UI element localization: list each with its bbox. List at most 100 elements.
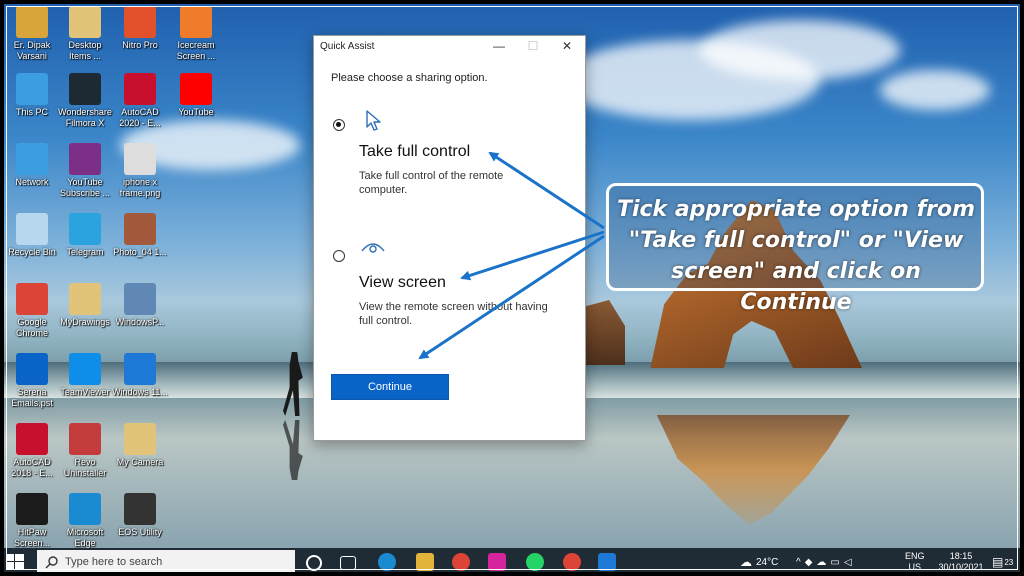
quick-assist-window: Quick Assist — ☐ ✕ Please choose a shari… <box>313 35 586 441</box>
folder-icon <box>69 283 101 315</box>
desktop-icon-label: Revo Uninstaller <box>63 457 107 478</box>
desktop-icon[interactable]: EOS Utility <box>112 493 168 538</box>
autocad-icon <box>16 423 48 455</box>
desktop-icon[interactable]: YouTube Subscribe ... <box>57 143 113 199</box>
view-screen-description: View the remote screen without having fu… <box>359 301 548 327</box>
taskbar-search[interactable]: Type here to search <box>37 550 295 574</box>
taskbar: Type here to search ☁ 24°C ^ ◆ ☁ ▭ ◁ ENG… <box>0 548 1024 576</box>
close-button[interactable]: ✕ <box>550 36 584 56</box>
desktop-icon-label: This PC <box>15 107 48 117</box>
desktop-icon-label: YouTube <box>178 107 214 117</box>
clock[interactable]: 18:15 30/10/2021 <box>938 548 984 576</box>
volume-icon: ◁ <box>843 556 856 568</box>
desktop-icon[interactable]: MyDrawings <box>57 283 113 328</box>
desktop-icon-label: EOS Utility <box>118 527 162 537</box>
file-explorer-icon[interactable] <box>416 553 434 571</box>
icecream-icon <box>180 6 212 38</box>
task-view-icon[interactable] <box>340 556 356 570</box>
desktop-icon[interactable]: Recycle Bin <box>4 213 60 258</box>
recycle-bin-icon <box>16 213 48 245</box>
window-title: Quick Assist <box>320 41 375 52</box>
full-control-description: Take full control of the remote computer… <box>359 170 504 196</box>
chrome-icon[interactable] <box>452 553 470 571</box>
desktop-icon[interactable]: Icecream Screen ... <box>168 6 224 62</box>
region-code: US <box>908 562 922 572</box>
edge-icon[interactable] <box>378 553 396 571</box>
cloud-icon: ☁ <box>740 555 752 569</box>
quick-assist-icon[interactable] <box>598 553 616 571</box>
desktop-icon-label: My Camera <box>116 457 164 467</box>
desktop-icon[interactable]: Revo Uninstaller <box>57 423 113 479</box>
desktop-icon[interactable]: AutoCAD 2020 - E... <box>112 73 168 129</box>
language-indicator[interactable]: ENG US <box>905 548 925 576</box>
weather-temp: 24°C <box>756 556 779 568</box>
desktop-icon-label: HitPaw Screen... <box>13 527 51 548</box>
desktop-icon[interactable]: Windows 11... <box>112 353 168 398</box>
desktop-icon-label: AutoCAD 2020 - E... <box>119 107 161 128</box>
desktop-icon[interactable]: AutoCAD 2018 - E... <box>4 423 60 479</box>
desktop-icon[interactable]: TeamViewer <box>57 353 113 398</box>
windows-start-icon[interactable] <box>6 554 24 570</box>
screenshot-frame: Er. Dipak Varsani Desktop Items ... Nitro … <box>0 0 1024 576</box>
desktop-icon-label: Desktop Items ... <box>68 40 102 61</box>
desktop-icon[interactable]: Google Chrome <box>4 283 60 339</box>
full-control-radio[interactable] <box>333 119 345 131</box>
desktop-icon[interactable]: Desktop Items ... <box>57 6 113 62</box>
folder-icon <box>69 6 101 38</box>
winrar-icon <box>69 143 101 175</box>
continue-button[interactable]: Continue <box>331 374 449 400</box>
maximize-button[interactable]: ☐ <box>516 36 550 56</box>
network-icon <box>16 143 48 175</box>
sharing-prompt: Please choose a sharing option. <box>331 72 488 84</box>
youtube-icon <box>180 73 212 105</box>
instruction-text: Tick appropriate option from "Take full … <box>616 197 976 315</box>
desktop-icon[interactable]: YouTube <box>168 73 224 118</box>
desktop-icon[interactable]: Er. Dipak Varsani <box>4 6 60 62</box>
system-tray-icons[interactable]: ^ ◆ ☁ ▭ ◁ <box>796 548 856 576</box>
desktop-icon-label: Telegram <box>66 247 104 257</box>
chrome-icon <box>16 283 48 315</box>
desktop-icon[interactable]: WindowsP... <box>112 283 168 328</box>
eye-icon <box>361 243 385 253</box>
desktop-icon[interactable]: HitPaw Screen... <box>4 493 60 549</box>
desktop-icon-label: Nitro Pro <box>122 40 158 50</box>
notification-icon: ▤ <box>992 555 1004 569</box>
desktop-icon-label: WindowsP... <box>115 317 165 327</box>
desktop-icon[interactable]: Serena Emails.pst <box>4 353 60 409</box>
minimize-button[interactable]: — <box>482 36 516 56</box>
desktop-icon[interactable]: This PC <box>4 73 60 118</box>
folder-icon <box>124 423 156 455</box>
whatsapp-icon[interactable] <box>526 553 544 571</box>
desktop-icon[interactable]: Nitro Pro <box>112 6 168 51</box>
view-screen-title: View screen <box>359 274 446 291</box>
desktop-icon-label: Serena Emails.pst <box>11 387 53 408</box>
photo-icon <box>124 213 156 245</box>
desktop-icon[interactable]: Telegram <box>57 213 113 258</box>
clock-date: 30/10/2021 <box>938 562 984 572</box>
edge-icon <box>69 493 101 525</box>
desktop-icon[interactable]: My Camera <box>112 423 168 468</box>
desktop-icon[interactable]: Photo_04 1... <box>112 213 168 258</box>
notification-center[interactable]: ▤ 23 <box>992 548 1013 576</box>
desktop-icon-label: TeamViewer <box>60 387 110 397</box>
desktop-icon-label: Google Chrome <box>15 317 48 338</box>
desktop-icon[interactable]: Wondershare Filmora X <box>57 73 113 129</box>
chrome-icon[interactable] <box>563 553 581 571</box>
instagram-icon[interactable] <box>488 553 506 571</box>
clock-time: 18:15 <box>949 551 973 561</box>
instruction-callout: Tick appropriate option from "Take full … <box>606 183 984 315</box>
user-folder-icon <box>16 6 48 38</box>
desktop-icon[interactable]: Network <box>4 143 60 188</box>
image-file-icon <box>124 143 156 175</box>
view-screen-radio[interactable] <box>333 250 345 262</box>
desktop-icon-label: Microsoft Edge <box>66 527 104 548</box>
desktop-icon[interactable]: Microsoft Edge <box>57 493 113 549</box>
desktop-icon-label: YouTube Subscribe ... <box>59 177 111 198</box>
revo-uninstaller-icon <box>69 423 101 455</box>
search-icon <box>45 556 58 569</box>
desktop-icon[interactable]: iphone x frame.png <box>112 143 168 199</box>
weather[interactable]: ☁ 24°C <box>740 548 778 576</box>
filmora-icon <box>69 73 101 105</box>
cursor-icon <box>366 110 381 131</box>
cortana-icon[interactable] <box>306 555 322 571</box>
